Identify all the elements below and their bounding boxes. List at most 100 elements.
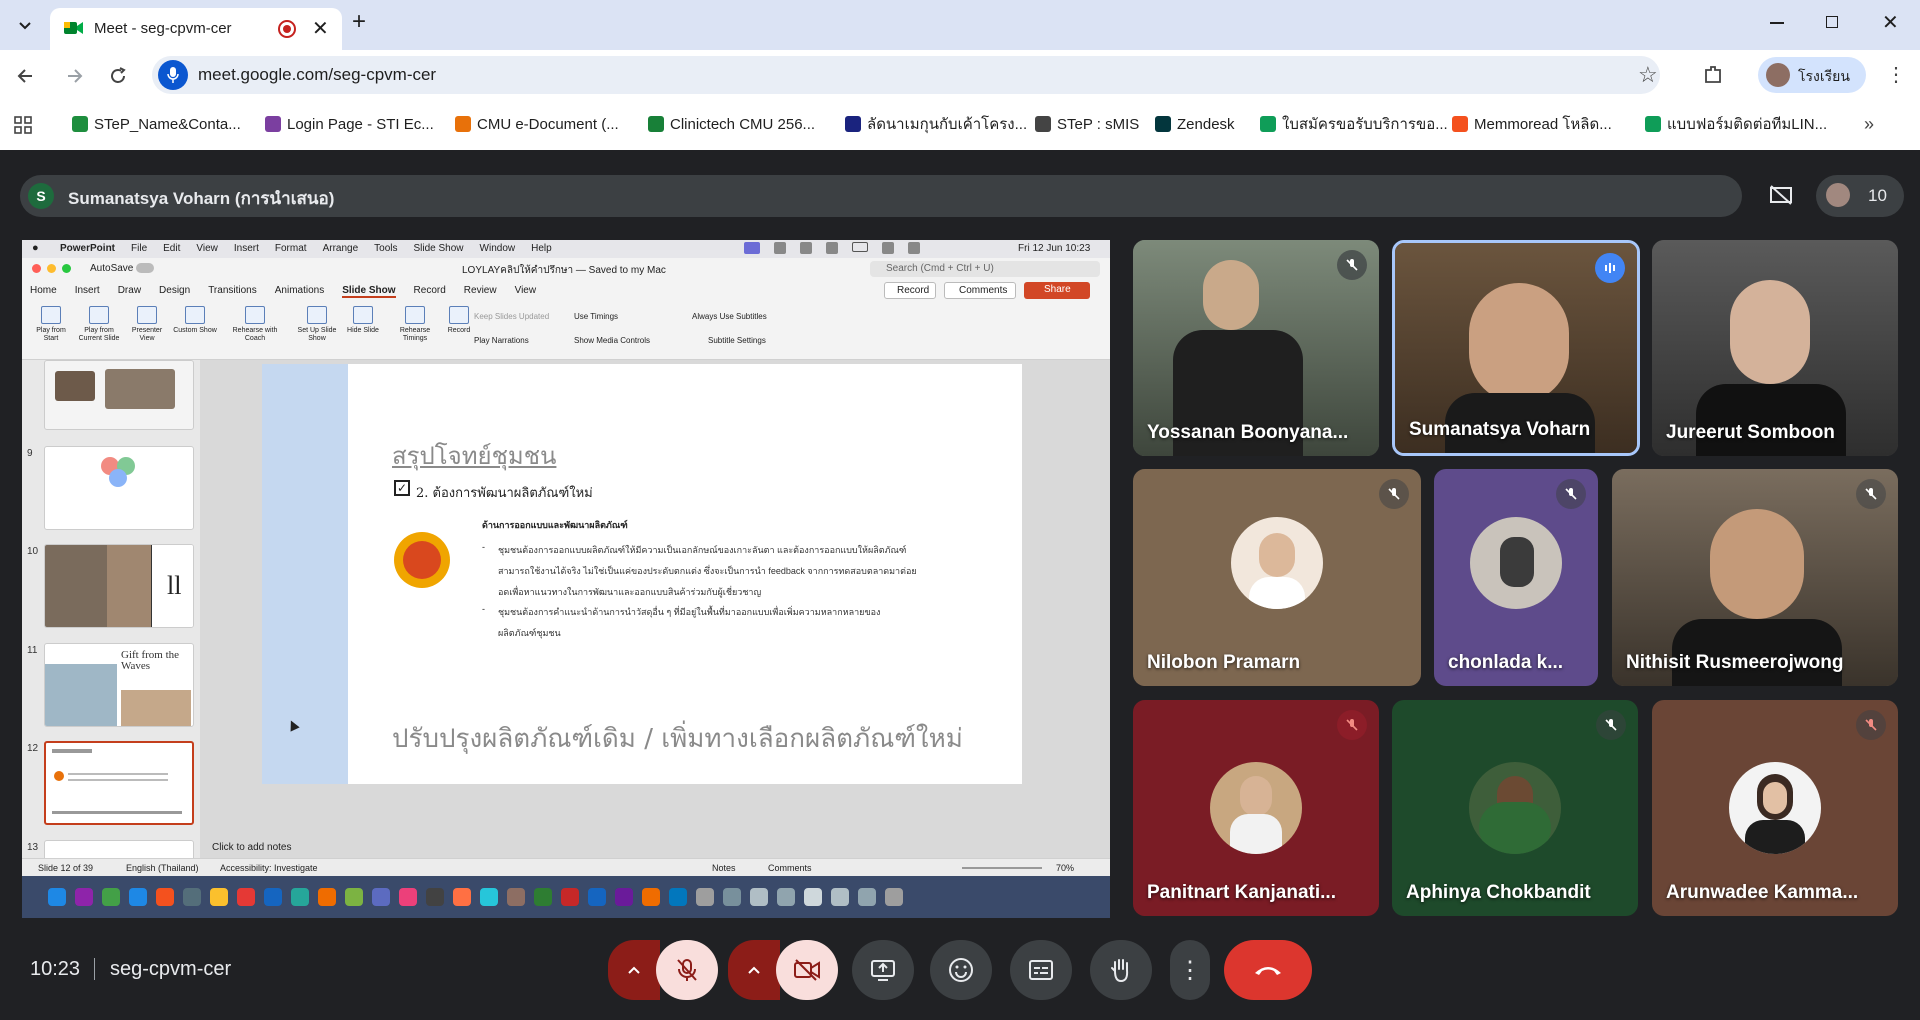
close-tab-icon[interactable]: ✕ [312, 16, 329, 41]
slide-thumbnail-11[interactable]: Gift from the Waves [44, 643, 194, 727]
ribbon-tab[interactable]: Design [159, 285, 190, 298]
dock-app-icon[interactable] [696, 888, 714, 906]
dock-app-icon[interactable] [75, 888, 93, 906]
tab-search-button[interactable] [10, 10, 40, 40]
mac-menu-item[interactable]: Arrange [323, 243, 359, 254]
show-media-controls-checkbox[interactable]: Show Media Controls [574, 336, 650, 345]
mac-menu-item[interactable]: Edit [163, 243, 180, 254]
dock-app-icon[interactable] [804, 888, 822, 906]
ribbon-tab[interactable]: Review [464, 285, 497, 298]
mac-menu-item[interactable]: Help [531, 243, 552, 254]
bookmark-item[interactable]: STeP_Name&Conta... [72, 112, 241, 136]
more-menu-icon[interactable]: ⋮ [1886, 62, 1906, 87]
captions-button[interactable] [1010, 940, 1072, 1000]
dock-app-icon[interactable] [480, 888, 498, 906]
subtitle-settings-button[interactable]: Subtitle Settings [708, 336, 766, 345]
ribbon-tab[interactable]: View [515, 285, 537, 298]
ribbon-tab[interactable]: Transitions [208, 285, 257, 298]
ppt-share-button[interactable]: Share [1024, 282, 1090, 299]
ribbon-tab[interactable]: Slide Show [342, 285, 396, 298]
ribbon-tab[interactable]: Animations [275, 285, 324, 298]
ribbon-tab[interactable]: Home [30, 285, 57, 298]
dock-app-icon[interactable] [210, 888, 228, 906]
more-options-button[interactable]: ⋮ [1170, 940, 1210, 1000]
participant-tile-arunwadee[interactable]: Arunwadee Kamma... [1652, 700, 1898, 916]
dock-app-icon[interactable] [318, 888, 336, 906]
ribbon-button[interactable]: Rehearse Timings [392, 306, 438, 343]
status-comments-button[interactable]: Comments [768, 863, 812, 873]
mac-menu-item[interactable]: Insert [234, 243, 259, 254]
dock-app-icon[interactable] [156, 888, 174, 906]
reactions-button[interactable] [930, 940, 992, 1000]
use-timings-checkbox[interactable]: Use Timings [574, 312, 618, 321]
ppt-record-button[interactable]: Record [884, 282, 936, 299]
video-options-button[interactable] [728, 940, 780, 1000]
participant-tile-chonlada[interactable]: chonlada k... [1434, 469, 1598, 686]
status-accessibility[interactable]: Accessibility: Investigate [220, 863, 318, 873]
profile-chip[interactable]: โรงเรียน [1758, 57, 1866, 93]
mac-menu-item[interactable]: Tools [374, 243, 397, 254]
participant-tile-sumanatsya[interactable]: Sumanatsya Voharn [1392, 240, 1640, 456]
dock-app-icon[interactable] [237, 888, 255, 906]
notes-placeholder[interactable]: Click to add notes [212, 842, 292, 853]
dock-app-icon[interactable] [48, 888, 66, 906]
microphone-permission-icon[interactable] [158, 60, 188, 90]
dock-app-icon[interactable] [534, 888, 552, 906]
ribbon-tab[interactable]: Record [414, 285, 446, 298]
bookmark-item[interactable]: Zendesk [1155, 112, 1235, 136]
leave-call-button[interactable] [1224, 940, 1312, 1000]
dock-app-icon[interactable] [723, 888, 741, 906]
dock-app-icon[interactable] [399, 888, 417, 906]
dock-app-icon[interactable] [102, 888, 120, 906]
ribbon-button[interactable]: Play from Start [28, 306, 74, 343]
dock-app-icon[interactable] [750, 888, 768, 906]
reload-icon[interactable] [108, 66, 128, 91]
participant-tile-nilobon[interactable]: Nilobon Pramarn [1133, 469, 1421, 686]
dock-app-icon[interactable] [183, 888, 201, 906]
mac-menu-item[interactable]: Window [480, 243, 516, 254]
dock-app-icon[interactable] [372, 888, 390, 906]
bookmark-item[interactable]: STeP : sMIS [1035, 112, 1139, 136]
bookmark-item[interactable]: Login Page - STI Ec... [265, 112, 434, 136]
url-text[interactable]: meet.google.com/seg-cpvm-cer [198, 65, 436, 85]
dock-app-icon[interactable] [831, 888, 849, 906]
participant-tile-jureerut[interactable]: Jureerut Somboon [1652, 240, 1898, 456]
play-narrations-checkbox[interactable]: Play Narrations [474, 336, 529, 345]
dock-app-icon[interactable] [561, 888, 579, 906]
ribbon-button[interactable]: Presenter View [124, 306, 170, 343]
ppt-search-box[interactable]: Search (Cmd + Ctrl + U) [870, 261, 1100, 277]
ribbon-button[interactable]: Set Up Slide Show [294, 306, 340, 343]
restore-window-icon[interactable] [1826, 16, 1838, 28]
audio-options-button[interactable] [608, 940, 660, 1000]
ribbon-button[interactable]: Rehearse with Coach [232, 306, 278, 343]
dock-app-icon[interactable] [858, 888, 876, 906]
autosave-toggle[interactable] [136, 263, 154, 273]
participant-tile-aphinya[interactable]: Aphinya Chokbandit [1392, 700, 1638, 916]
mac-menu-item[interactable]: View [196, 243, 218, 254]
slide-thumbnail-12-selected[interactable] [44, 741, 194, 825]
minimize-window-icon[interactable] [1770, 22, 1784, 24]
raise-hand-button[interactable] [1090, 940, 1152, 1000]
active-tab[interactable]: Meet - seg-cpvm-cer ✕ [50, 8, 342, 50]
mac-minimize-icon[interactable] [47, 264, 56, 273]
back-icon[interactable] [16, 66, 36, 91]
dock-app-icon[interactable] [426, 888, 444, 906]
microphone-toggle-button[interactable] [656, 940, 718, 1000]
bookmark-star-icon[interactable]: ☆ [1638, 62, 1658, 88]
bookmark-item[interactable]: Clinictech CMU 256... [648, 112, 815, 136]
dock-app-icon[interactable] [291, 888, 309, 906]
more-bookmarks-icon[interactable]: » [1864, 114, 1874, 135]
mac-menu-item[interactable]: Format [275, 243, 307, 254]
participant-tile-nithisit[interactable]: Nithisit Rusmeerojwong [1612, 469, 1898, 686]
dock-app-icon[interactable] [615, 888, 633, 906]
slide-thumbnail-9[interactable] [44, 446, 194, 530]
bookmark-item[interactable]: แบบฟอร์มติดต่อทีมLIN... [1645, 112, 1827, 136]
ribbon-button[interactable]: Play from Current Slide [76, 306, 122, 343]
participants-count-button[interactable]: 10 [1816, 175, 1904, 217]
dock-app-icon[interactable] [885, 888, 903, 906]
slide-thumbnail-8[interactable] [44, 360, 194, 430]
ppt-comments-button[interactable]: Comments [944, 282, 1016, 299]
close-window-icon[interactable]: ✕ [1882, 10, 1899, 35]
mac-menu-item[interactable]: Slide Show [414, 243, 464, 254]
dock-app-icon[interactable] [588, 888, 606, 906]
